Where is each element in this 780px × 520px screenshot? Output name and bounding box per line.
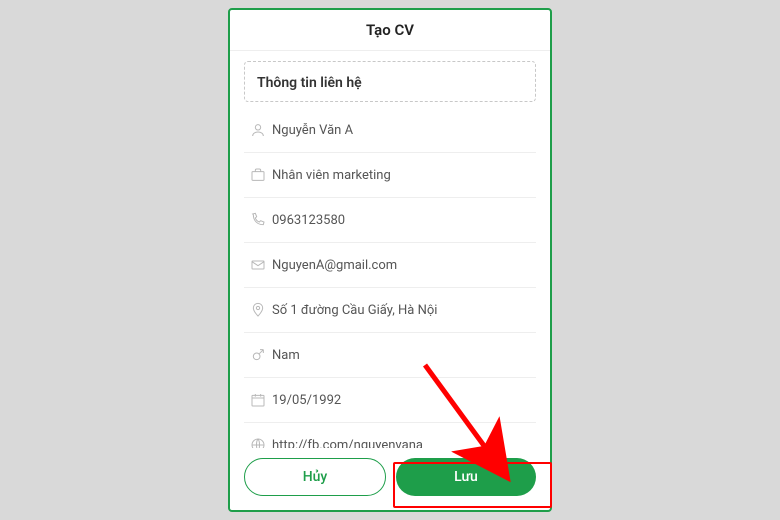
field-website[interactable]: http://fb.com/nguyenvana [244,423,536,448]
briefcase-icon [244,167,272,183]
button-label: Hủy [303,469,328,485]
field-value: Số 1 đường Cầu Giấy, Hà Nội [272,303,536,318]
gender-icon [244,347,272,363]
field-job[interactable]: Nhân viên marketing [244,153,536,198]
app-window: Tạo CV Thông tin liên hệ Nguyễn Văn A Nh… [228,8,552,512]
field-value: Nam [272,348,536,363]
section-title: Thông tin liên hệ [257,75,362,91]
field-phone[interactable]: 0963123580 [244,198,536,243]
globe-icon [244,437,272,448]
field-address[interactable]: Số 1 đường Cầu Giấy, Hà Nội [244,288,536,333]
content-area: Thông tin liên hệ Nguyễn Văn A Nhân viên… [230,51,550,448]
field-value: NguyenA@gmail.com [272,258,536,273]
section-contact-info[interactable]: Thông tin liên hệ [244,61,536,102]
page-title: Tạo CV [366,21,414,39]
field-value: 0963123580 [272,213,536,228]
location-icon [244,302,272,318]
field-value: Nhân viên marketing [272,168,536,183]
phone-icon [244,212,272,228]
field-value: http://fb.com/nguyenvana [272,438,536,449]
person-icon [244,122,272,138]
field-gender[interactable]: Nam [244,333,536,378]
cancel-button[interactable]: Hủy [244,458,386,496]
field-value: 19/05/1992 [272,393,536,408]
field-email[interactable]: NguyenA@gmail.com [244,243,536,288]
email-icon [244,257,272,273]
field-name[interactable]: Nguyễn Văn A [244,108,536,153]
save-button[interactable]: Lưu [396,458,536,496]
footer-actions: Hủy Lưu [230,448,550,510]
button-label: Lưu [454,469,478,485]
calendar-icon [244,392,272,408]
header-bar: Tạo CV [230,10,550,51]
field-dob[interactable]: 19/05/1992 [244,378,536,423]
field-value: Nguyễn Văn A [272,123,536,138]
